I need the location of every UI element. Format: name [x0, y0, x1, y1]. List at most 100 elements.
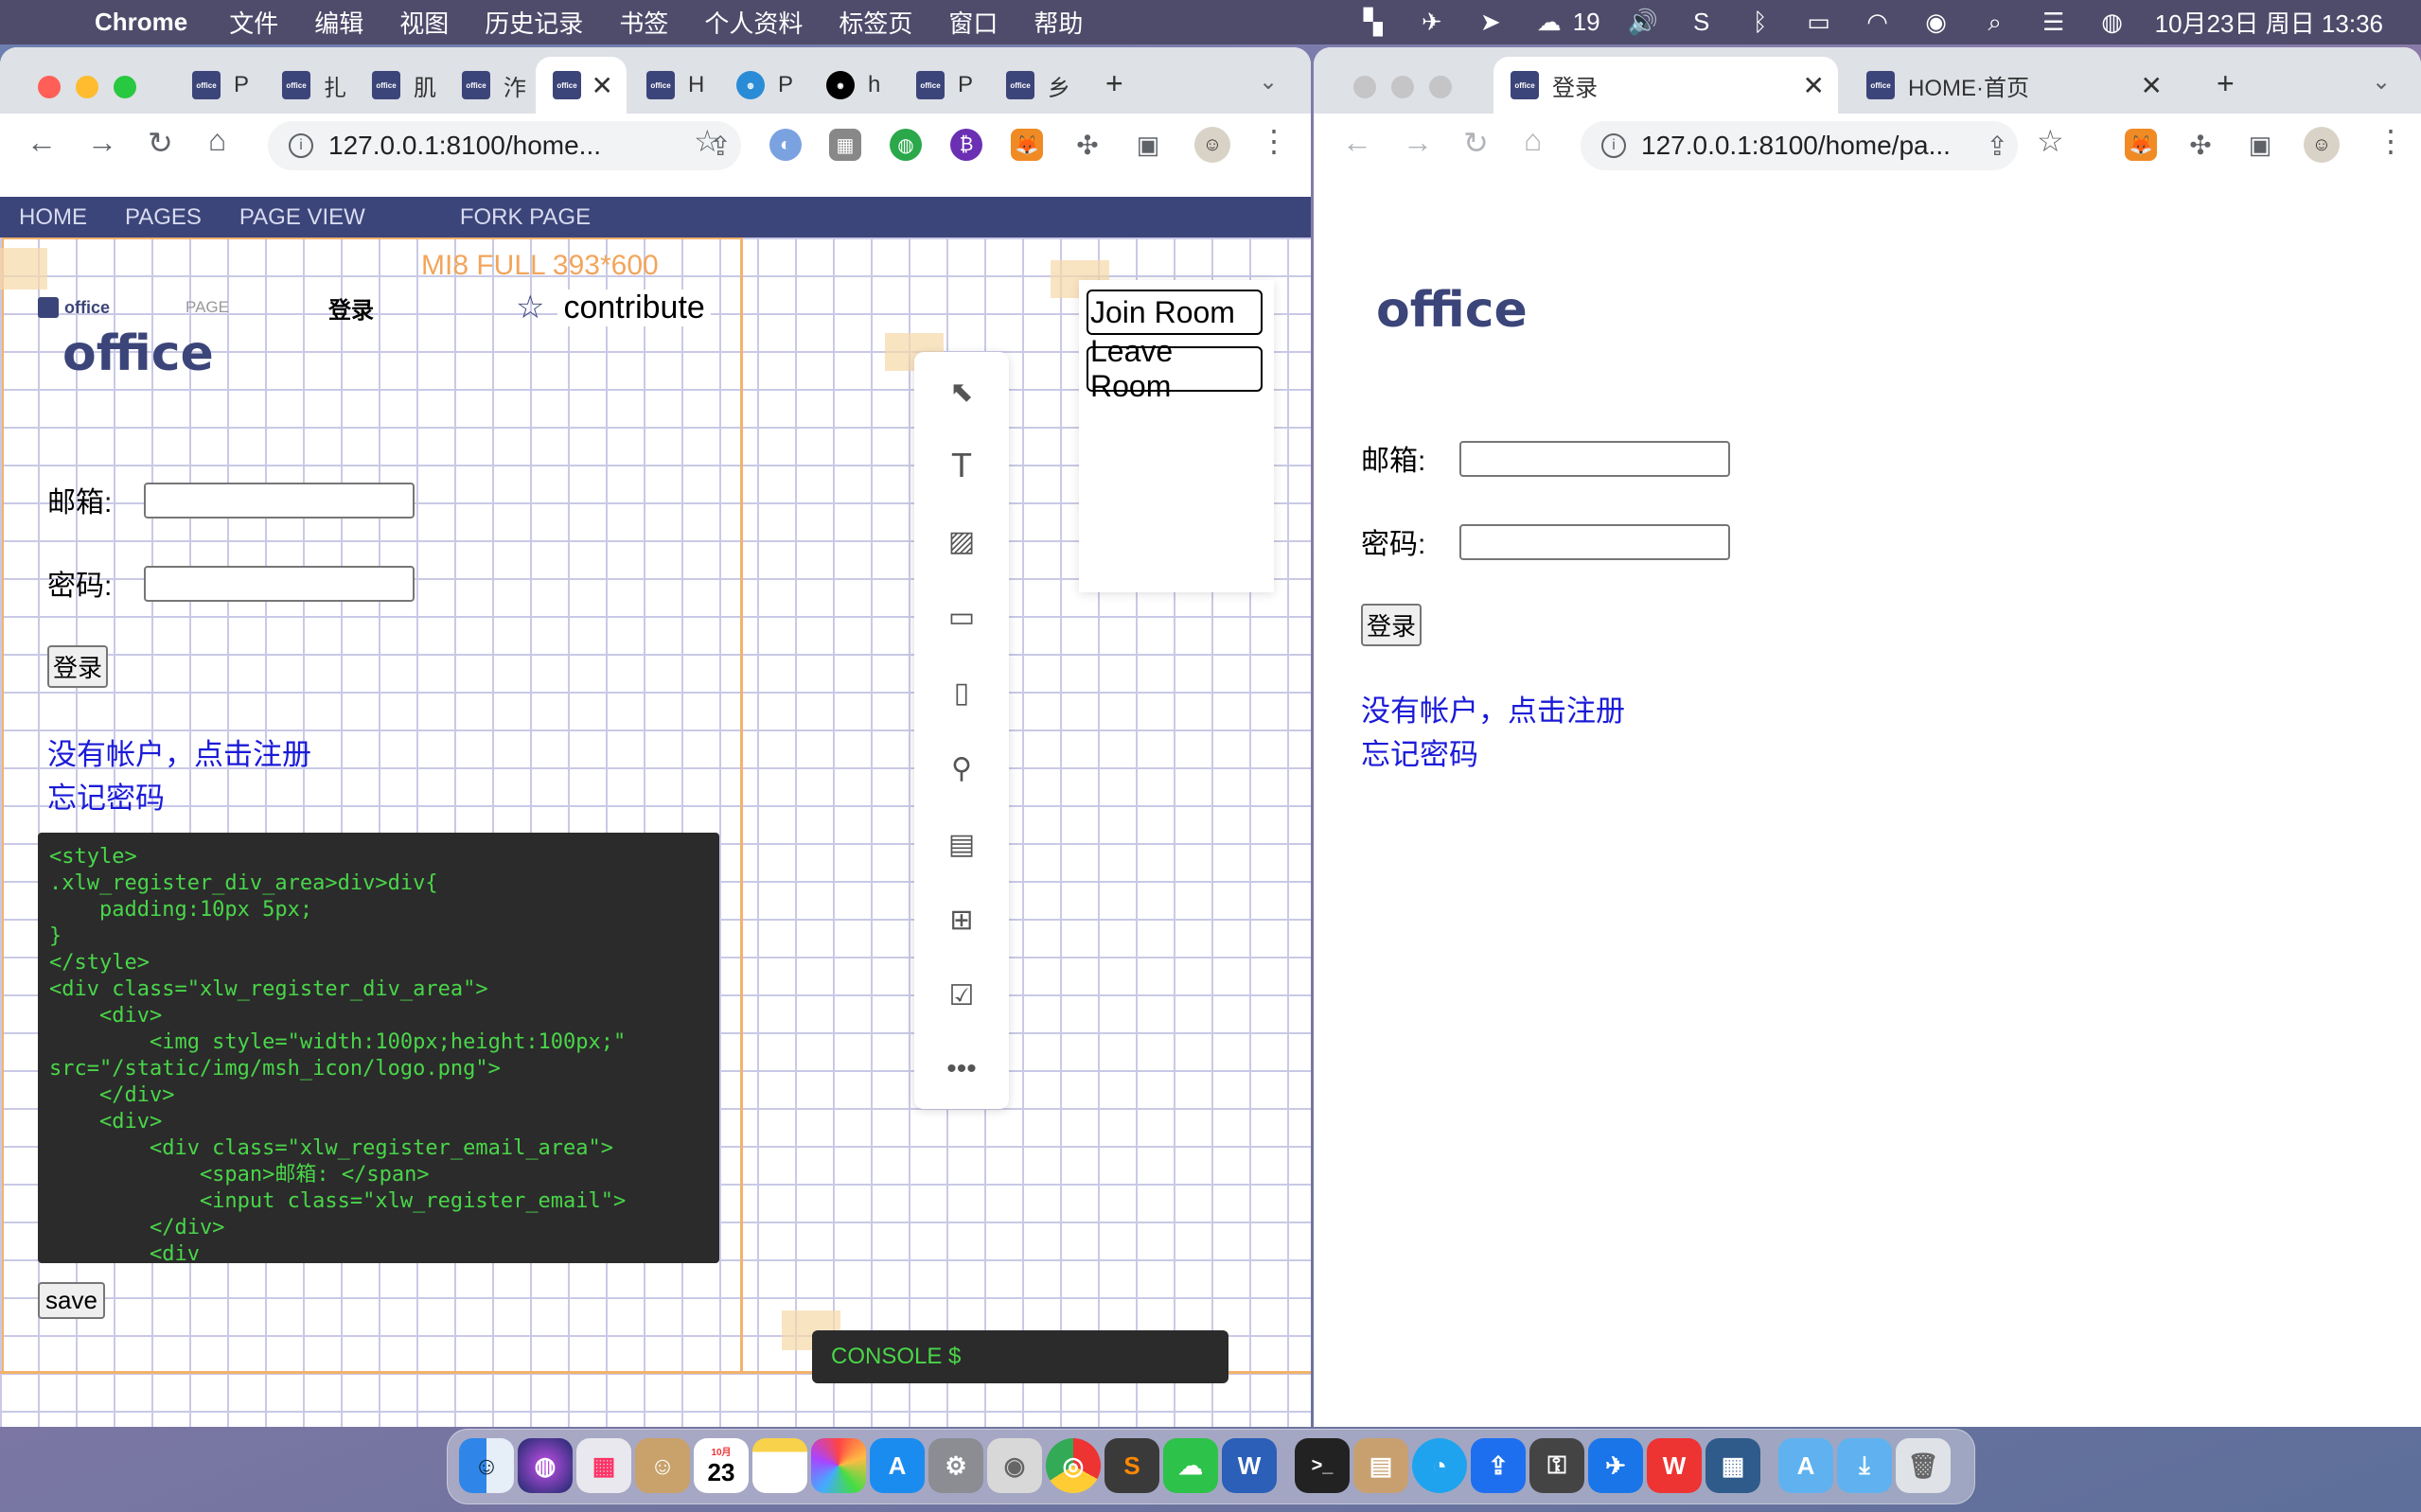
select-icon[interactable]: ⬉	[941, 371, 982, 413]
word-icon[interactable]: W	[1222, 1438, 1277, 1493]
calendar-icon[interactable]: 10月 23	[694, 1438, 749, 1493]
profile-avatar[interactable]: ☺	[2304, 127, 2340, 163]
extension-blue-icon[interactable]: ◐	[769, 129, 802, 161]
email-input[interactable]	[1459, 441, 1730, 477]
minimize-window-button[interactable]	[1391, 76, 1414, 98]
email-input[interactable]	[144, 483, 415, 519]
tab-4[interactable]: office 泎	[445, 57, 530, 114]
siri-icon[interactable]: ◍	[2096, 8, 2129, 37]
file-add-icon[interactable]: ▯	[941, 672, 982, 713]
bird-status-icon[interactable]: ✈	[1416, 8, 1448, 37]
login-button[interactable]: 登录	[47, 645, 109, 688]
share-icon[interactable]: ⇪	[1987, 131, 2008, 162]
extension-globe-icon[interactable]: ◍	[890, 129, 922, 161]
back-icon[interactable]: ←	[27, 125, 57, 160]
right-address-bar[interactable]: i 127.0.0.1:8100/home/pa... ⇪	[1581, 121, 2018, 170]
reload-icon[interactable]: ↻	[1463, 125, 1489, 161]
tab-home[interactable]: office HOME·首页 ✕	[1849, 57, 2176, 114]
user-icon[interactable]: ◉	[1920, 8, 1953, 37]
volume-icon[interactable]: 🔊	[1627, 8, 1659, 37]
tab-active[interactable]: office ✕	[536, 57, 627, 114]
wechat-status[interactable]: ☁ 19	[1533, 8, 1600, 37]
chrome-icon[interactable]: ◎	[1046, 1438, 1101, 1493]
left-address-bar[interactable]: i 127.0.0.1:8100/home... ⇪	[268, 121, 741, 170]
menubar-clock[interactable]: 10月23日 周日 13:36	[2155, 5, 2383, 40]
forward-icon[interactable]: →	[1403, 125, 1433, 160]
launchpad-icon[interactable]: ▦	[576, 1438, 631, 1493]
close-window-button[interactable]	[38, 76, 61, 98]
office-logo[interactable]: office	[38, 297, 110, 318]
tab-6[interactable]: office H	[629, 57, 716, 114]
nav-home[interactable]: HOME	[19, 204, 87, 231]
qq-icon[interactable]: ◔	[1412, 1438, 1467, 1493]
menu-edit[interactable]: 编辑	[314, 5, 363, 40]
contacts-icon[interactable]: ☺	[635, 1438, 690, 1493]
menu-dots-icon[interactable]: ⋮	[1259, 123, 1289, 159]
forgot-password-link[interactable]: 忘记密码	[1361, 730, 1478, 773]
nav-fork-page[interactable]: FORK PAGE	[460, 204, 591, 231]
tab-search-icon[interactable]: ⌄	[1259, 68, 1278, 96]
close-tab-icon[interactable]: ✕	[2141, 70, 2163, 101]
back-icon[interactable]: ←	[1342, 125, 1372, 160]
menu-dots-icon[interactable]: ⋮	[2376, 123, 2406, 159]
tab-8[interactable]: ◉ h	[809, 57, 896, 114]
checklist-icon[interactable]: ☑	[941, 975, 982, 1016]
video-add-icon[interactable]: ▭	[941, 596, 982, 638]
close-window-button[interactable]	[1353, 76, 1376, 98]
menu-bookmarks[interactable]: 书签	[619, 5, 668, 40]
siri-icon[interactable]: ◍	[518, 1438, 573, 1493]
more-icon[interactable]: •••	[941, 1048, 982, 1090]
wifi-icon[interactable]: ◠	[1862, 8, 1894, 37]
applications-folder-icon[interactable]: A	[1778, 1438, 1833, 1493]
photos-icon[interactable]	[811, 1438, 866, 1493]
forward-icon[interactable]: →	[87, 125, 117, 160]
battery-icon[interactable]: ▭	[1803, 8, 1835, 37]
zoom-window-button[interactable]	[1429, 76, 1452, 98]
code-editor[interactable]: <style> .xlw_register_div_area>div>div{ …	[38, 833, 719, 1263]
reload-icon[interactable]: ↻	[148, 125, 173, 161]
home-icon[interactable]: ⌂	[1524, 123, 1542, 158]
keychain-icon[interactable]: ⚿	[1529, 1438, 1584, 1493]
screen-tool-icon[interactable]: ▦	[1705, 1438, 1760, 1493]
notes-icon[interactable]	[752, 1438, 807, 1493]
site-info-icon[interactable]: i	[1601, 133, 1626, 158]
bookmark-star-icon[interactable]: ☆	[694, 123, 721, 159]
menu-history[interactable]: 历史记录	[485, 5, 583, 40]
wps-icon[interactable]: W	[1647, 1438, 1702, 1493]
tab-3[interactable]: office 肌	[355, 57, 440, 114]
menu-window[interactable]: 窗口	[948, 5, 998, 40]
site-info-icon[interactable]: i	[289, 133, 313, 158]
search-icon[interactable]: ⌕	[1979, 8, 2011, 37]
register-link[interactable]: 没有帐户，点击注册	[1361, 687, 1625, 730]
system-preferences-icon[interactable]: ⚙	[928, 1438, 983, 1493]
zoom-window-button[interactable]	[114, 76, 136, 98]
new-tab-icon[interactable]: +	[1105, 66, 1123, 101]
copy-add-icon[interactable]: ⊞	[941, 899, 982, 941]
wechat-icon[interactable]: ☁	[1163, 1438, 1218, 1493]
metamask-icon[interactable]: 🦊	[2125, 129, 2157, 161]
control-center-icon[interactable]: ☰	[2038, 8, 2070, 37]
tab-7[interactable]: ◍ P	[719, 57, 806, 114]
profile-avatar[interactable]: ☺	[1194, 127, 1230, 163]
finder-icon[interactable]: ☺	[459, 1438, 514, 1493]
tab-10[interactable]: office 乡	[989, 57, 1076, 114]
bluetooth-icon[interactable]: ᛒ	[1744, 8, 1776, 37]
archive-icon[interactable]: ▤	[1353, 1438, 1408, 1493]
text-icon[interactable]: T	[941, 445, 982, 486]
side-panel-icon[interactable]: ▣	[1132, 129, 1164, 161]
tab-login[interactable]: office 登录 ✕	[1493, 57, 1838, 114]
tab-1[interactable]: office P	[175, 57, 260, 114]
tab-2[interactable]: office 扎	[265, 57, 350, 114]
image-add-icon[interactable]: ▨	[941, 520, 982, 562]
join-room-button[interactable]: Join Room	[1087, 290, 1263, 335]
extension-gray-icon[interactable]: ▦	[829, 129, 861, 161]
login-button[interactable]: 登录	[1361, 604, 1423, 646]
menu-view[interactable]: 视图	[399, 5, 449, 40]
register-link[interactable]: 没有帐户，点击注册	[47, 730, 311, 773]
trash-icon[interactable]: 🗑	[1896, 1438, 1951, 1493]
forgot-password-link[interactable]: 忘记密码	[47, 774, 165, 817]
disk-utility-icon[interactable]: ◉	[987, 1438, 1042, 1493]
favorite-star-icon[interactable]: ☆	[516, 289, 544, 326]
extension-bitcoin-icon[interactable]: ₿	[950, 129, 982, 161]
nav-page-view[interactable]: PAGE VIEW	[239, 204, 365, 231]
